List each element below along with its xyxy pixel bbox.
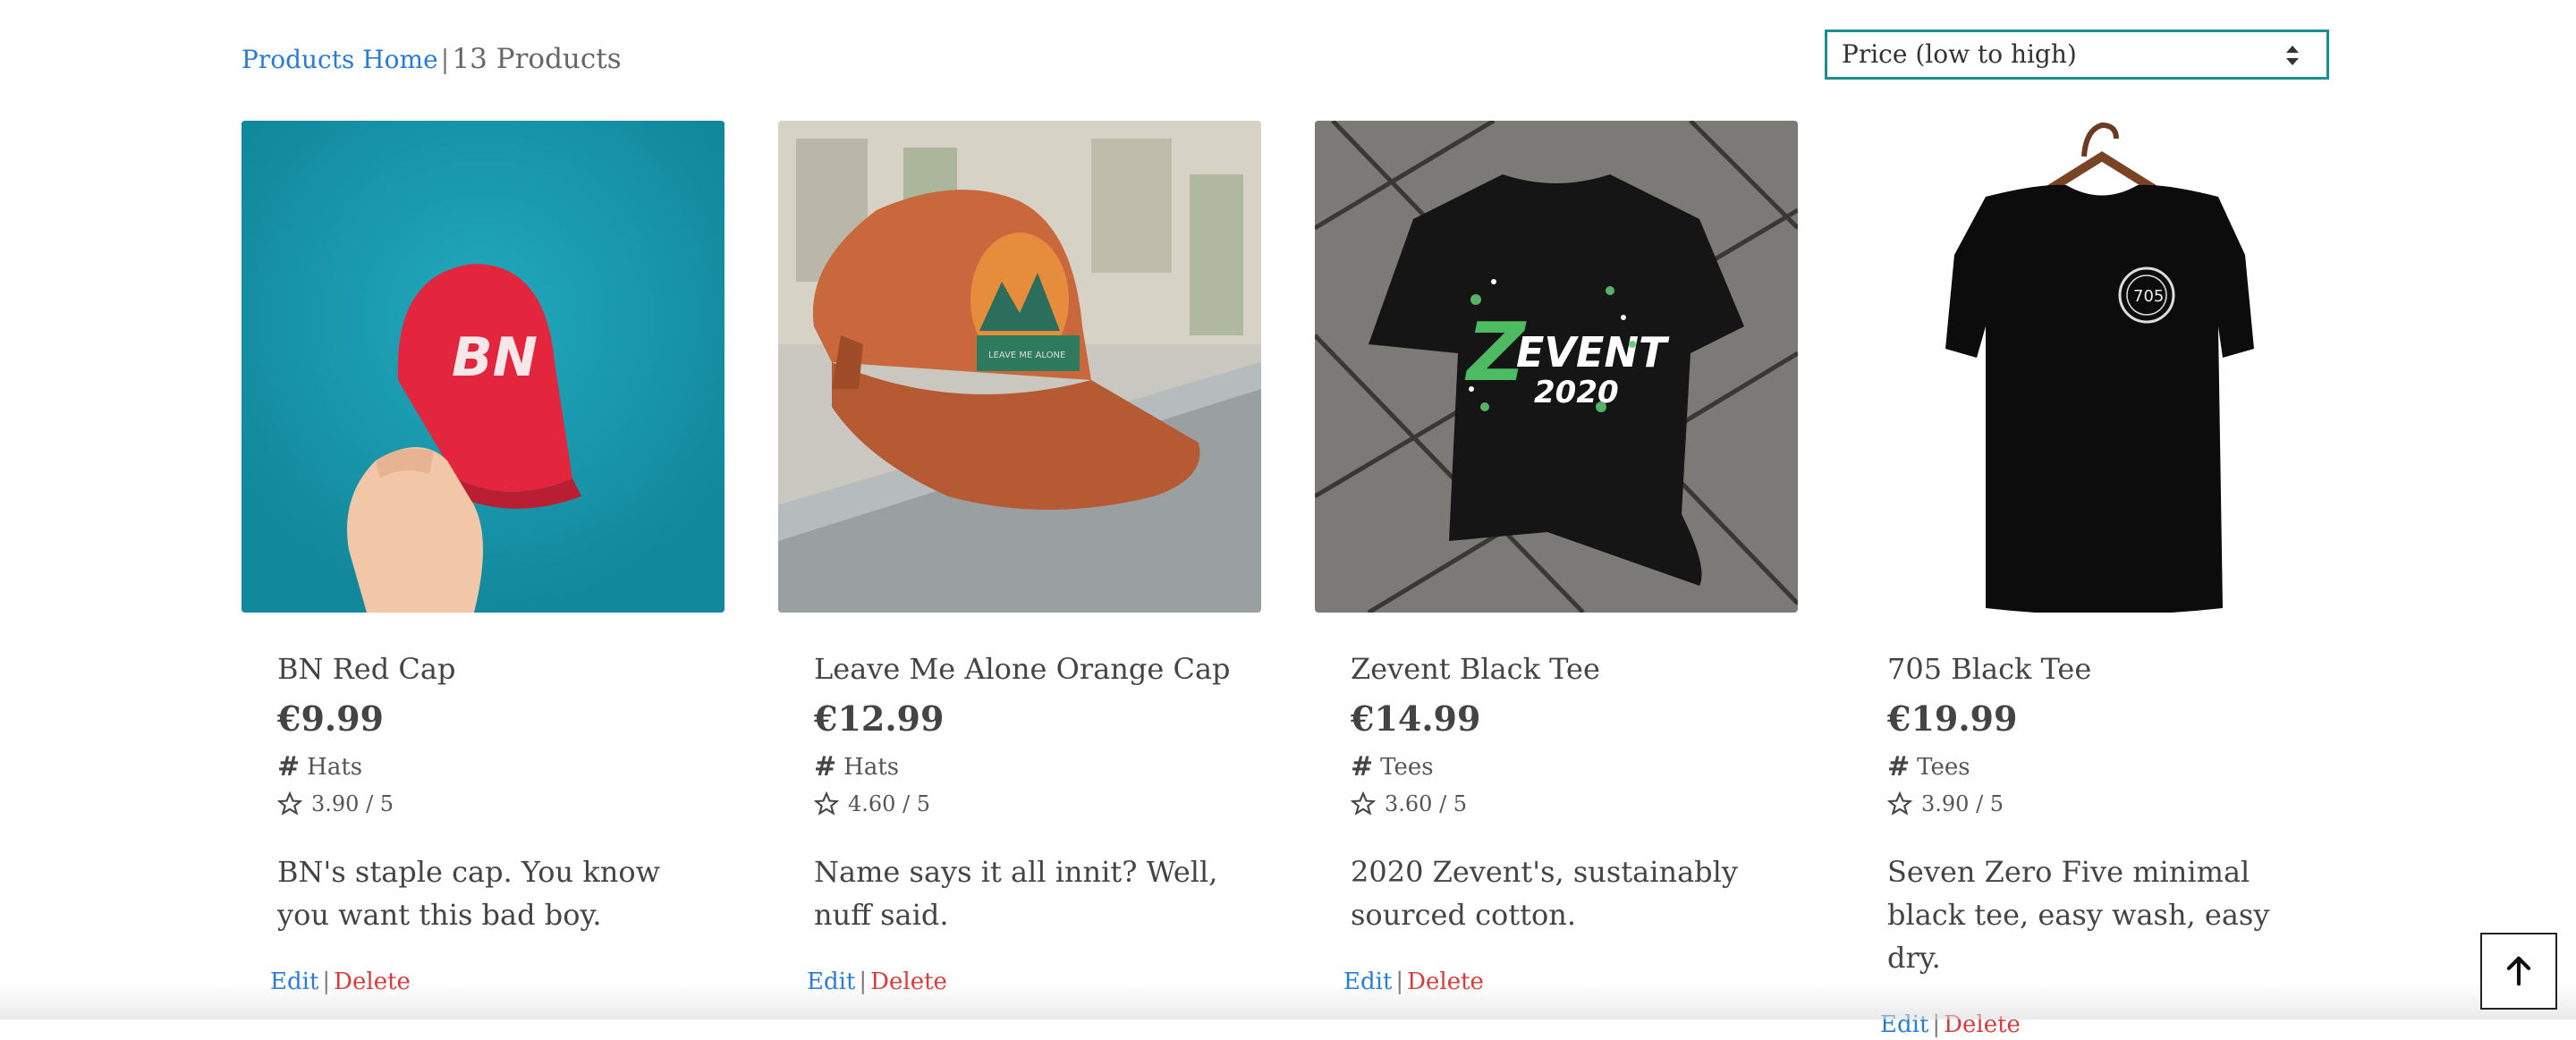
product-description: 2020 Zevent's, sustainably sourced cotto…	[1351, 855, 1738, 932]
delete-link[interactable]: Delete	[870, 968, 947, 995]
product-name[interactable]: 705 Black Tee	[1887, 650, 2334, 688]
product-card: LEAVE ME ALONE Leave Me Alone Orange Cap…	[778, 121, 1261, 997]
svg-text:BN: BN	[452, 326, 538, 389]
breadcrumb: Products Home |13 Products	[242, 39, 622, 80]
admin-actions: Edit | Delete	[1315, 967, 1798, 997]
back-to-top-button[interactable]	[2480, 933, 2557, 1010]
sort-select-value: Price (low to high)	[1842, 39, 2077, 69]
category-label: Tees	[1380, 754, 1434, 781]
product-price: €14.99	[1351, 698, 1481, 739]
star-icon	[1351, 791, 1376, 816]
hash-icon: #	[277, 751, 301, 782]
rating-value: 4.60 / 5	[848, 791, 931, 816]
arrow-up-icon	[2506, 956, 2531, 986]
delete-link[interactable]: Delete	[334, 968, 411, 995]
hash-icon: #	[1351, 751, 1374, 782]
svg-text:LEAVE ME ALONE: LEAVE ME ALONE	[988, 351, 1065, 360]
category-label: Hats	[843, 754, 900, 781]
category-label: Tees	[1917, 754, 1970, 781]
product-category[interactable]: # Tees	[1351, 752, 1798, 782]
hash-icon: #	[814, 751, 837, 782]
product-category[interactable]: # Hats	[277, 752, 724, 782]
product-image[interactable]: BN	[242, 121, 724, 613]
star-icon	[1887, 791, 1912, 816]
delete-link[interactable]: Delete	[1407, 968, 1484, 995]
product-card: 705 705 Black Tee €19.99 # Tees 3.90 / 5…	[1852, 121, 2334, 1040]
edit-link[interactable]: Edit	[270, 968, 318, 995]
products-home-link[interactable]: Products Home	[242, 45, 438, 74]
product-name[interactable]: Zevent Black Tee	[1351, 650, 1798, 688]
actions-separator: |	[1932, 1011, 1941, 1038]
edit-link[interactable]: Edit	[1880, 1011, 1928, 1038]
product-category[interactable]: # Tees	[1887, 752, 2334, 782]
star-icon	[277, 791, 302, 816]
actions-separator: |	[1395, 968, 1404, 995]
product-price: €12.99	[814, 698, 945, 739]
product-name[interactable]: BN Red Cap	[277, 650, 724, 688]
hash-icon: #	[1887, 751, 1911, 782]
product-image[interactable]: Z EVENT 2020	[1315, 121, 1798, 613]
admin-actions: Edit | Delete	[1852, 1010, 2334, 1040]
product-image[interactable]: 705	[1852, 121, 2334, 613]
sort-select[interactable]: Price (low to high)	[1825, 30, 2329, 80]
actions-separator: |	[322, 968, 331, 995]
product-description: BN's staple cap. You know you want this …	[277, 855, 660, 932]
admin-actions: Edit | Delete	[778, 967, 1261, 997]
product-name[interactable]: Leave Me Alone Orange Cap	[814, 650, 1261, 688]
product-description: Name says it all innit? Well, nuff said.	[814, 855, 1218, 932]
rating-value: 3.60 / 5	[1385, 791, 1468, 816]
product-rating: 3.90 / 5	[277, 790, 724, 818]
rating-value: 3.90 / 5	[311, 791, 394, 816]
breadcrumb-separator: |	[440, 44, 450, 74]
admin-actions: Edit | Delete	[242, 967, 724, 997]
product-price: €9.99	[277, 698, 384, 739]
product-rating: 4.60 / 5	[814, 790, 1261, 818]
delete-link[interactable]: Delete	[1944, 1011, 2021, 1038]
product-rating: 3.60 / 5	[1351, 790, 1798, 818]
product-description: Seven Zero Five minimal black tee, easy …	[1887, 855, 2270, 975]
product-card: BN BN Red Cap €9.99 # Hats 3.90 / 5 BN's…	[242, 121, 724, 997]
product-category[interactable]: # Hats	[814, 752, 1261, 782]
select-arrows-icon	[2286, 46, 2299, 65]
product-price: €19.99	[1887, 698, 2018, 739]
edit-link[interactable]: Edit	[1343, 968, 1392, 995]
svg-text:EVENT: EVENT	[1516, 328, 1670, 376]
svg-text:705: 705	[2133, 287, 2164, 306]
category-label: Hats	[307, 754, 363, 781]
product-card: Z EVENT 2020 Zevent Black Tee €14.99 # T…	[1315, 121, 1798, 997]
edit-link[interactable]: Edit	[807, 968, 855, 995]
product-count: 13 Products	[452, 43, 622, 75]
rating-value: 3.90 / 5	[1921, 791, 2004, 816]
product-rating: 3.90 / 5	[1887, 790, 2334, 818]
product-image[interactable]: LEAVE ME ALONE	[778, 121, 1261, 613]
actions-separator: |	[859, 968, 868, 995]
star-icon	[814, 791, 839, 816]
